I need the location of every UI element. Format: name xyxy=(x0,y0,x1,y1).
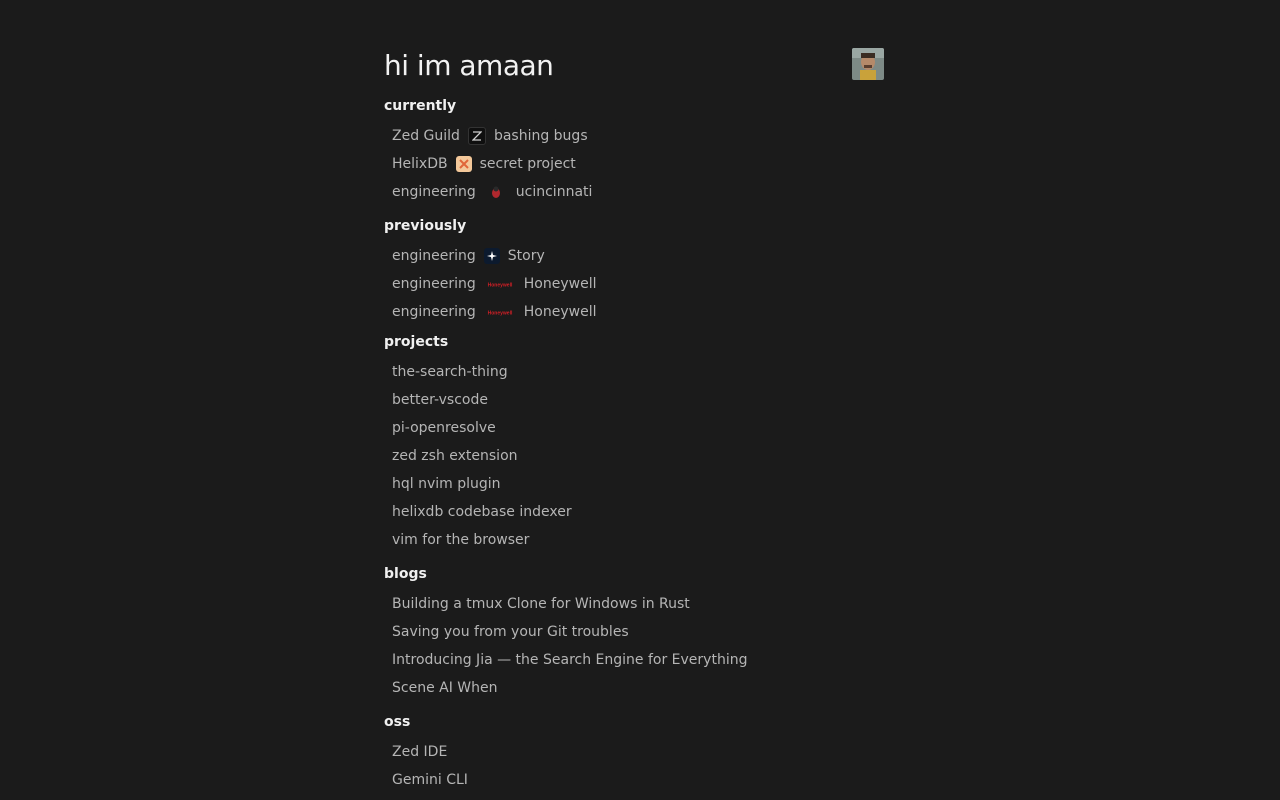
list-item: engineering Honeywell Honeywell xyxy=(392,270,884,298)
role-label[interactable]: engineering xyxy=(392,304,476,320)
svg-text:Honeywell: Honeywell xyxy=(487,311,512,317)
list-item: vim for the browser xyxy=(392,526,884,554)
list-item: Saving you from your Git troubles xyxy=(392,618,884,646)
page: hi im amaan currently Zed Guild bashing … xyxy=(384,0,884,794)
blogs-list: Building a tmux Clone for Windows in Rus… xyxy=(384,590,884,702)
role-label[interactable]: HelixDB xyxy=(392,156,448,172)
org-link[interactable]: bashing bugs xyxy=(494,128,588,144)
story-logo-icon xyxy=(483,248,500,264)
blog-link[interactable]: Building a tmux Clone for Windows in Rus… xyxy=(392,596,690,612)
blog-link[interactable]: Saving you from your Git troubles xyxy=(392,624,629,640)
avatar[interactable] xyxy=(852,48,884,80)
project-link[interactable]: helixdb codebase indexer xyxy=(392,504,572,520)
org-link[interactable]: Honeywell xyxy=(524,304,597,320)
oss-section: oss Zed IDE Gemini CLI xyxy=(384,712,884,794)
list-item: better-vscode xyxy=(392,386,884,414)
zed-logo-icon xyxy=(467,127,486,145)
list-item: the-search-thing xyxy=(392,358,884,386)
list-item: hql nvim plugin xyxy=(392,470,884,498)
list-item: engineering Honeywell Honeywell xyxy=(392,298,884,326)
project-link[interactable]: better-vscode xyxy=(392,392,488,408)
role-label[interactable]: engineering xyxy=(392,276,476,292)
role-label[interactable]: engineering xyxy=(392,184,476,200)
role-label[interactable]: Zed Guild xyxy=(392,128,460,144)
list-item: helixdb codebase indexer xyxy=(392,498,884,526)
oss-link[interactable]: Gemini CLI xyxy=(392,772,468,788)
project-link[interactable]: pi-openresolve xyxy=(392,420,496,436)
blog-link[interactable]: Introducing Jia — the Search Engine for … xyxy=(392,652,747,668)
uc-bearcat-icon xyxy=(484,184,508,200)
project-link[interactable]: zed zsh extension xyxy=(392,448,518,464)
currently-section: currently Zed Guild bashing bugs HelixDB… xyxy=(384,96,884,206)
list-item: engineering ucincinnati xyxy=(392,178,884,206)
projects-section: projects the-search-thing better-vscode … xyxy=(384,332,884,554)
org-link[interactable]: ucincinnati xyxy=(516,184,593,200)
org-link[interactable]: Story xyxy=(508,248,545,264)
oss-link[interactable]: Zed IDE xyxy=(392,744,447,760)
list-item: HelixDB secret project xyxy=(392,150,884,178)
blogs-section: blogs Building a tmux Clone for Windows … xyxy=(384,564,884,702)
list-item: Zed Guild bashing bugs xyxy=(392,122,884,150)
list-item: engineering Story xyxy=(392,242,884,270)
section-heading-oss: oss xyxy=(384,714,411,730)
section-heading-currently: currently xyxy=(384,98,457,114)
list-item: pi-openresolve xyxy=(392,414,884,442)
org-link[interactable]: Honeywell xyxy=(524,276,597,292)
previously-section: previously engineering Story engineering… xyxy=(384,216,884,326)
role-label[interactable]: engineering xyxy=(392,248,476,264)
honeywell-logo-icon: Honeywell xyxy=(487,311,512,317)
section-heading-projects: projects xyxy=(384,334,449,350)
list-item: Introducing Jia — the Search Engine for … xyxy=(392,646,884,674)
previously-list: engineering Story engineering Honeywell … xyxy=(384,242,884,326)
project-link[interactable]: the-search-thing xyxy=(392,364,508,380)
list-item: Building a tmux Clone for Windows in Rus… xyxy=(392,590,884,618)
section-heading-previously: previously xyxy=(384,218,467,234)
projects-list: the-search-thing better-vscode pi-openre… xyxy=(384,358,884,554)
list-item: zed zsh extension xyxy=(392,442,884,470)
helixdb-logo-icon xyxy=(455,156,472,172)
svg-text:Honeywell: Honeywell xyxy=(487,283,512,289)
list-item: Zed IDE xyxy=(392,738,884,766)
list-item: Gemini CLI xyxy=(392,766,884,794)
page-title: hi im amaan xyxy=(384,49,554,82)
org-link[interactable]: secret project xyxy=(480,156,576,172)
currently-list: Zed Guild bashing bugs HelixDB secret pr… xyxy=(384,122,884,206)
section-heading-blogs: blogs xyxy=(384,566,427,582)
avatar-image xyxy=(852,48,884,80)
blog-link[interactable]: Scene AI When xyxy=(392,680,498,696)
list-item: Scene AI When xyxy=(392,674,884,702)
honeywell-logo-icon: Honeywell xyxy=(487,283,512,289)
oss-list: Zed IDE Gemini CLI xyxy=(384,738,884,794)
project-link[interactable]: vim for the browser xyxy=(392,532,529,548)
project-link[interactable]: hql nvim plugin xyxy=(392,476,501,492)
